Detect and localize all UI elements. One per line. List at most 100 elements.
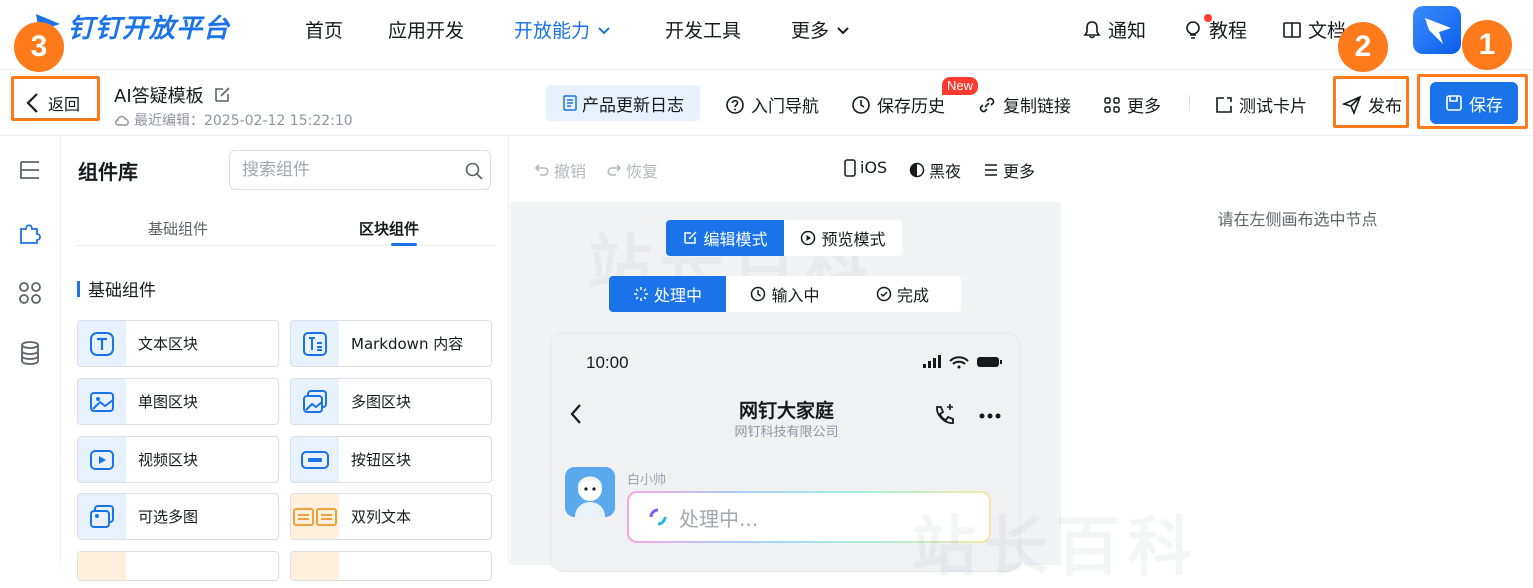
more-dots-icon[interactable] [979, 413, 1001, 419]
highlight-back [11, 76, 100, 121]
tab-basic-components[interactable]: 基础组件 [148, 218, 208, 239]
search-icon[interactable] [464, 161, 484, 181]
redo-icon [607, 164, 622, 176]
component-partial[interactable] [77, 551, 279, 581]
component-button[interactable]: 按钮区块 [290, 436, 492, 483]
device-ios-button[interactable]: iOS [844, 158, 887, 177]
save-history-button[interactable]: 保存历史 [851, 92, 945, 117]
notify-link[interactable]: 通知 [1082, 16, 1146, 43]
multi-image-icon [291, 379, 339, 424]
nav-item-app-dev[interactable]: 应用开发 [388, 16, 464, 43]
top-nav: 钉钉开放平台 首页 应用开发 开放能力 开发工具 更多 通知 教程 文档 [0, 0, 1533, 70]
tutorial-link[interactable]: 教程 [1183, 16, 1247, 43]
tab-block-components[interactable]: 区块组件 [359, 218, 419, 239]
property-panel: 请在左侧画布选中节点 站长百科 [912, 136, 1533, 585]
nav-item-capabilities[interactable]: 开放能力 [514, 16, 612, 43]
app-logo[interactable] [1413, 6, 1461, 54]
tutorial-label: 教程 [1209, 20, 1248, 42]
nav-label: 开发工具 [665, 20, 742, 42]
nav-label: 首页 [305, 20, 344, 42]
dark-mode-label: 黑夜 [929, 162, 962, 181]
message-text: 处理中... [679, 506, 759, 531]
component-text-block[interactable]: 文本区块 [77, 320, 279, 367]
test-card-label: 测试卡片 [1239, 97, 1307, 117]
button-icon [291, 437, 339, 482]
block-icon [291, 552, 339, 580]
state-label: 输入中 [771, 286, 820, 305]
state-done-tab[interactable]: 完成 [844, 276, 961, 312]
apps-grid-icon[interactable] [17, 280, 43, 306]
dark-mode-button[interactable]: 黑夜 [909, 158, 961, 182]
outline-tree-icon[interactable] [17, 158, 43, 184]
editor-toolbar: 返回 AI答疑模板 最近编辑：2025-02-12 15:22:10 产品更新日… [0, 70, 1533, 136]
component-label: 可选多图 [138, 508, 199, 526]
last-edit-time: 最近编辑：2025-02-12 15:22:10 [134, 113, 353, 129]
copy-link-button[interactable]: 复制链接 [977, 92, 1071, 117]
component-markdown[interactable]: Markdown 内容 [290, 320, 492, 367]
grid-icon [1104, 96, 1120, 113]
video-icon [78, 437, 126, 482]
product-log-label: 产品更新日志 [582, 95, 684, 116]
select-image-icon [78, 494, 126, 539]
mode-switch: 编辑模式 预览模式 [666, 220, 902, 256]
clock-icon [852, 95, 870, 114]
nav-item-home[interactable]: 首页 [305, 16, 343, 43]
component-select-images[interactable]: 可选多图 [77, 493, 279, 540]
test-card-button[interactable]: 测试卡片 [1215, 92, 1307, 117]
state-processing-tab[interactable]: 处理中 [609, 276, 726, 312]
book-icon [1283, 21, 1301, 38]
state-switch: 处理中 输入中 完成 [609, 276, 961, 312]
nav-label: 更多 [791, 20, 830, 42]
docs-link[interactable]: 文档 [1282, 16, 1346, 43]
check-circle-icon [876, 286, 892, 302]
search-input[interactable] [230, 151, 450, 189]
annotation-2: 2 [1338, 22, 1388, 72]
more-label: 更多 [1127, 97, 1161, 117]
nav-item-more[interactable]: 更多 [791, 16, 851, 43]
nav-item-dev-tools[interactable]: 开发工具 [665, 16, 741, 43]
puzzle-icon[interactable] [17, 220, 43, 246]
toolbar-divider [1189, 95, 1190, 111]
undo-button[interactable]: 撤销 [534, 158, 586, 182]
redo-label: 恢复 [626, 162, 659, 181]
bell-icon [1083, 20, 1101, 38]
component-two-column-text[interactable]: 双列文本 [290, 493, 492, 540]
phone-preview: 10:00 网钉大家庭 网钉科技有限公司 白小帅 处理中... [550, 332, 1021, 572]
highlight-save [1417, 74, 1528, 129]
database-icon[interactable] [17, 340, 43, 366]
edit-mode-label: 编辑模式 [703, 230, 768, 249]
clock-icon [751, 286, 766, 302]
redo-button[interactable]: 恢复 [606, 158, 658, 182]
canvas-more-button[interactable]: 更多 [983, 158, 1035, 182]
section-label: 基础组件 [88, 281, 156, 301]
component-single-image[interactable]: 单图区块 [77, 378, 279, 425]
chevron-down-icon [837, 26, 849, 34]
device-label: iOS [860, 158, 888, 177]
edit-icon[interactable] [212, 85, 232, 105]
template-title-group: AI答疑模板 [114, 82, 232, 108]
component-label: 多图区块 [351, 393, 412, 411]
section-title: 基础组件 [77, 276, 156, 301]
status-icons [923, 355, 1002, 369]
component-multi-image[interactable]: 多图区块 [290, 378, 492, 425]
sender-avatar[interactable] [565, 467, 615, 517]
brand-name: 钉钉开放平台 [68, 14, 231, 44]
component-video[interactable]: 视频区块 [77, 436, 279, 483]
phone-call-icon[interactable] [933, 403, 957, 427]
state-typing-tab[interactable]: 输入中 [726, 276, 844, 312]
component-partial[interactable] [290, 551, 492, 581]
canvas-toolbar: 撤销 恢复 iOS 黑夜 更多 [510, 136, 1061, 202]
link-icon [979, 97, 995, 112]
menu-icon [985, 164, 997, 176]
preview-mode-tab[interactable]: 预览模式 [784, 220, 902, 256]
more-button[interactable]: 更多 [1103, 92, 1161, 117]
panel-title: 组件库 [78, 160, 138, 184]
lightbulb-icon [1186, 20, 1200, 39]
section-bar [77, 280, 80, 297]
sender-name: 白小帅 [627, 473, 667, 488]
guide-button[interactable]: 入门导航 [725, 92, 819, 117]
component-label: Markdown 内容 [351, 335, 464, 353]
product-log-button[interactable]: 产品更新日志 [546, 85, 700, 121]
edit-mode-tab[interactable]: 编辑模式 [666, 220, 784, 256]
play-circle-icon [801, 230, 816, 246]
